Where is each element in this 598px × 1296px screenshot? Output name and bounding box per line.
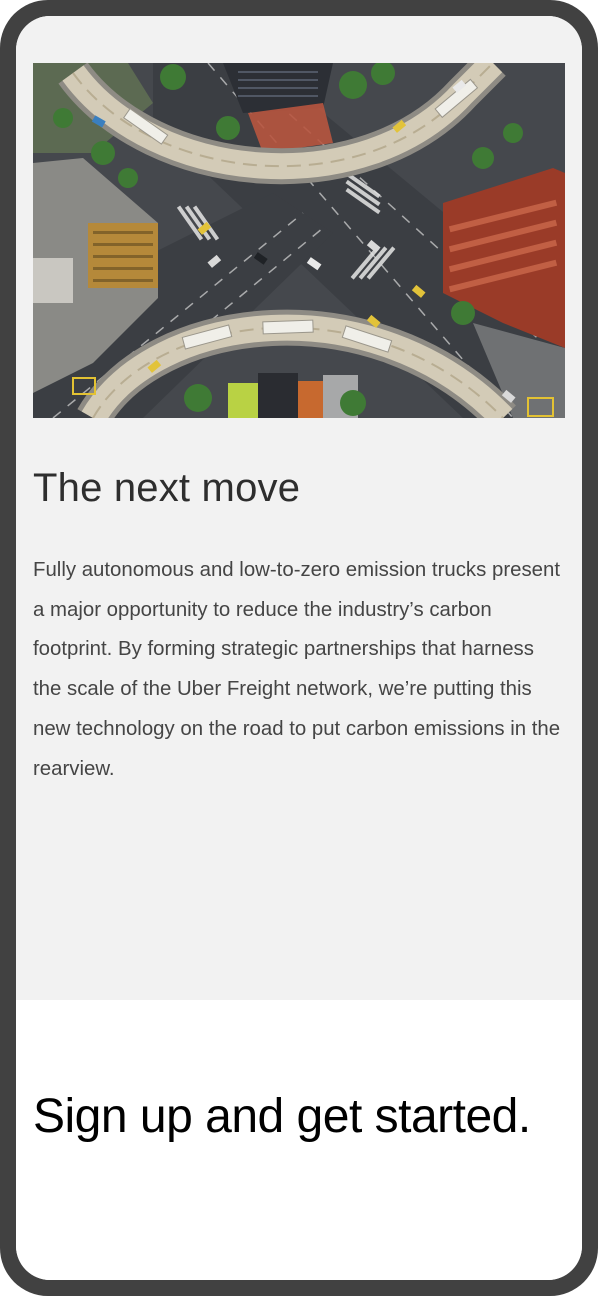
section-body-text: Fully autonomous and low-to-zero emissio…: [33, 559, 561, 780]
screen: The next move Fully autonomous and low-t…: [16, 16, 582, 1280]
section-headline: The next move: [33, 466, 301, 510]
next-move-section: The next move Fully autonomous and low-t…: [16, 16, 582, 1000]
signup-section: Sign up and get started.: [16, 1000, 582, 1280]
device-frame: The next move Fully autonomous and low-t…: [0, 0, 598, 1296]
hero-image: [33, 63, 565, 418]
signup-heading: Sign up and get started.: [33, 1090, 531, 1143]
